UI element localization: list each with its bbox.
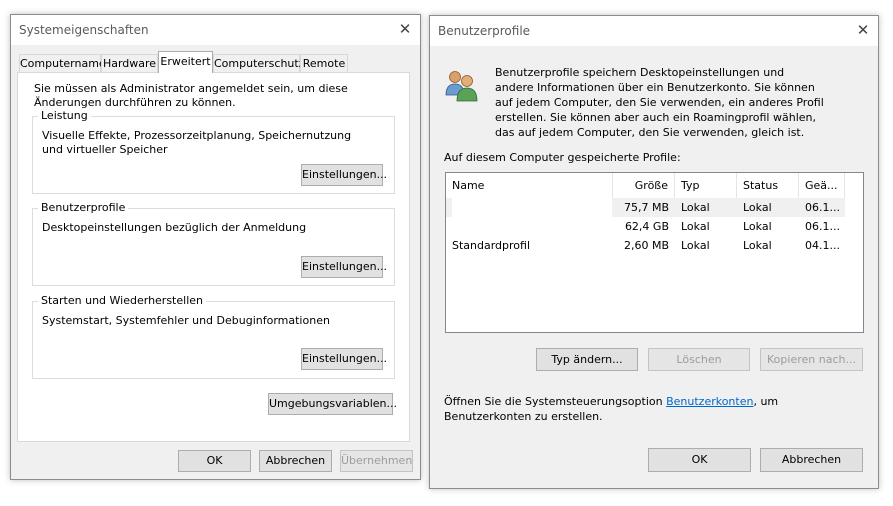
cell-changed: 06.1... (805, 220, 840, 233)
cell-name (452, 217, 612, 236)
group-userprofiles: Benutzerprofile Desktopeinstellungen bez… (32, 201, 395, 286)
column-header-changed[interactable]: Geä... (799, 173, 845, 198)
sysprops-apply-button[interactable]: Übernehmen (340, 450, 413, 472)
cell-type: Lokal (681, 201, 710, 214)
change-type-button[interactable]: Typ ändern... (536, 348, 638, 371)
close-icon[interactable]: ✕ (852, 19, 874, 41)
profiles-list-label: Auf diesem Computer gespeicherte Profile… (444, 151, 681, 164)
tab-erweitert[interactable]: Erweitert (158, 51, 213, 73)
sysprops-cancel-button[interactable]: Abbrechen (259, 450, 332, 472)
tab-panel-erweitert: Sie müssen als Administrator angemeldet … (17, 72, 410, 442)
user-profiles-titlebar: Benutzerprofile ✕ (430, 16, 878, 46)
delete-profile-button[interactable]: Löschen (648, 348, 750, 371)
tab-label: Erweitert (160, 55, 211, 68)
cell-status: Lokal (743, 220, 772, 233)
column-header-status[interactable]: Status (737, 173, 799, 198)
cell-size: 75,7 MB (623, 201, 669, 214)
startup-settings-button[interactable]: Einstellungen... (301, 348, 387, 370)
tab-label: Remote (302, 57, 346, 70)
footer-text-before: Öffnen Sie die Systemsteuerungsoption (444, 395, 667, 408)
tab-label: Computerschutz (214, 57, 305, 70)
performance-description: Visuelle Effekte, Prozessorzeitplanung, … (42, 129, 352, 156)
sysprops-ok-button[interactable]: OK (178, 450, 251, 472)
cell-size: 2,60 MB (623, 239, 669, 252)
group-performance: Leistung Visuelle Effekte, Prozessorzeit… (32, 109, 395, 194)
cell-type: Lokal (681, 220, 710, 233)
table-row[interactable]: Standardprofil 2,60 MB Lokal Lokal 04.1.… (446, 236, 845, 255)
user-accounts-link[interactable]: Benutzerkonten (666, 395, 753, 408)
cell-name (452, 198, 612, 217)
cell-name: Standardprofil (452, 239, 531, 252)
tab-computerschutz[interactable]: Computerschutz (213, 54, 305, 72)
environment-variables-button[interactable]: Umgebungsvariablen... (268, 393, 397, 415)
cell-size: 62,4 GB (624, 220, 669, 233)
cell-status: Lokal (743, 201, 772, 214)
cell-status: Lokal (743, 239, 772, 252)
column-header-type[interactable]: Typ (675, 173, 737, 198)
system-properties-titlebar: Systemeigenschaften ✕ (11, 15, 420, 45)
group-title-startup: Starten und Wiederherstellen (38, 294, 206, 307)
performance-settings-button[interactable]: Einstellungen... (301, 164, 387, 186)
table-row[interactable]: 62,4 GB Lokal Lokal 06.1... (446, 217, 845, 236)
userprofiles-description: Desktopeinstellungen bezüglich der Anmel… (42, 221, 307, 234)
tab-hardware[interactable]: Hardware (101, 54, 158, 72)
users-icon (444, 69, 480, 103)
startup-description: Systemstart, Systemfehler und Debuginfor… (42, 314, 330, 327)
admin-note: Sie müssen als Administrator angemeldet … (34, 82, 348, 109)
group-title-performance: Leistung (38, 109, 91, 122)
group-title-userprofiles: Benutzerprofile (38, 201, 129, 214)
column-header-size[interactable]: Größe (613, 173, 675, 198)
cell-changed: 04.1... (805, 239, 840, 252)
cell-type: Lokal (681, 239, 710, 252)
tab-remote[interactable]: Remote (300, 54, 348, 72)
group-startup-recovery: Starten und Wiederherstellen Systemstart… (32, 294, 395, 379)
tab-label: Computername (20, 57, 106, 70)
cell-changed: 06.1... (805, 201, 840, 214)
window-title: Benutzerprofile (438, 24, 531, 38)
profiles-ok-button[interactable]: OK (648, 448, 751, 472)
profiles-footer: Öffnen Sie die Systemsteuerungsoption Be… (444, 394, 794, 424)
close-icon[interactable]: ✕ (394, 18, 416, 40)
profiles-cancel-button[interactable]: Abbrechen (760, 448, 863, 472)
tab-label: Hardware (102, 57, 157, 70)
profiles-intro: Benutzerprofile speichern Desktopeinstel… (495, 66, 824, 139)
tab-computername[interactable]: Computername (19, 54, 106, 72)
userprofiles-settings-button[interactable]: Einstellungen... (301, 256, 387, 278)
table-row[interactable]: 75,7 MB Lokal Lokal 06.1... (446, 198, 845, 217)
copy-profile-button[interactable]: Kopieren nach... (760, 348, 863, 371)
column-header-name[interactable]: Name (446, 173, 613, 198)
window-title: Systemeigenschaften (19, 23, 149, 37)
profiles-list[interactable]: Name Größe Typ Status Geä... 75,7 MB Lok… (445, 172, 864, 333)
